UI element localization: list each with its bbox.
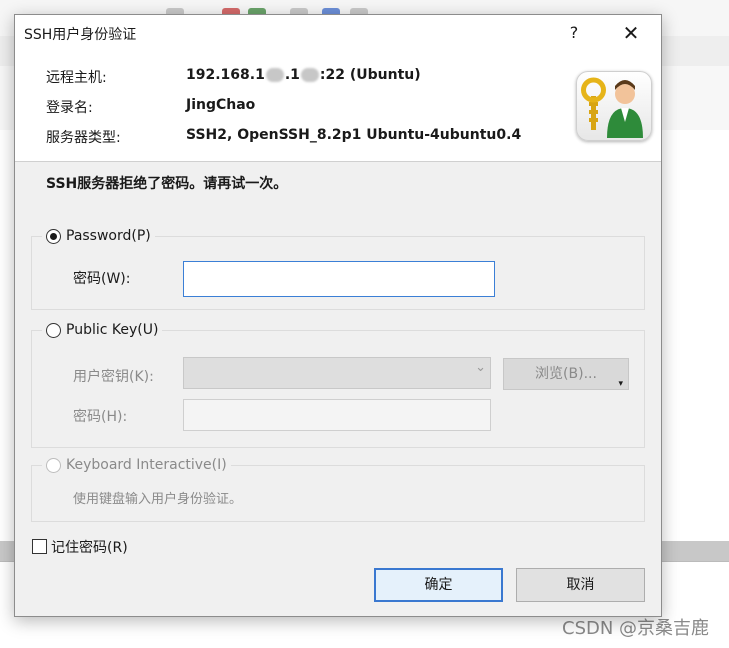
keyboard-interactive-description: 使用键盘输入用户身份验证。 — [73, 492, 243, 507]
keyboard-interactive-radio[interactable]: Keyboard Interactive(I) — [42, 457, 231, 473]
remember-password-label: 记住密码(R) — [51, 540, 128, 556]
host-value: 192.168.1.1:22 (Ubuntu) — [186, 67, 421, 83]
radio-disabled-icon — [46, 457, 61, 473]
password-group: Password(P) 密码(W): — [31, 228, 645, 310]
help-button[interactable]: ? — [559, 20, 589, 46]
user-key-icon — [576, 71, 652, 141]
keyboard-interactive-label: Keyboard Interactive(I) — [66, 457, 227, 473]
ok-button[interactable]: 确定 — [374, 568, 503, 602]
ssh-auth-dialog: SSH用户身份验证 ? ✕ 远程主机: 192.168.1.1:22 (Ubun… — [14, 14, 662, 617]
server-type-label: 服务器类型: — [46, 130, 121, 146]
close-button[interactable]: ✕ — [616, 20, 646, 46]
background-left-pane — [0, 130, 15, 560]
connection-info-panel: 远程主机: 192.168.1.1:22 (Ubuntu) 登录名: JingC… — [15, 51, 661, 162]
dialog-title: SSH用户身份验证 — [24, 27, 137, 43]
browse-button-label: 浏览(B)... — [535, 366, 597, 382]
password-radio-label: Password(P) — [66, 228, 151, 244]
public-key-radio[interactable]: Public Key(U) — [42, 322, 163, 338]
public-key-radio-label: Public Key(U) — [66, 322, 159, 338]
passphrase-label: 密码(H): — [73, 409, 128, 425]
watermark: CSDN @京桑吉鹿 — [562, 618, 710, 639]
user-key-select[interactable]: ⌄ — [183, 357, 491, 389]
password-radio[interactable]: Password(P) — [42, 228, 155, 244]
password-field-label: 密码(W): — [73, 271, 131, 287]
login-value: JingChao — [186, 97, 256, 113]
chevron-down-icon: ⌄ — [475, 360, 486, 375]
password-input[interactable] — [183, 261, 495, 297]
background-right-pane — [661, 130, 729, 560]
cancel-button[interactable]: 取消 — [516, 568, 645, 602]
dropdown-arrow-icon: ▾ — [618, 379, 623, 389]
dialog-titlebar: SSH用户身份验证 ? ✕ — [15, 15, 661, 51]
server-type-value: SSH2, OpenSSH_8.2p1 Ubuntu-4ubuntu0.4 — [186, 127, 522, 143]
error-message: SSH服务器拒绝了密码。请再试一次。 — [46, 176, 288, 192]
login-label: 登录名: — [46, 100, 93, 116]
user-key-label: 用户密钥(K): — [73, 369, 154, 385]
ok-button-label: 确定 — [424, 577, 453, 593]
passphrase-input[interactable] — [183, 399, 491, 431]
public-key-group: Public Key(U) 用户密钥(K): ⌄ 浏览(B)... ▾ 密码(H… — [31, 322, 645, 448]
remember-password-checkbox[interactable] — [32, 539, 47, 554]
cancel-button-label: 取消 — [566, 577, 595, 593]
keyboard-interactive-group: Keyboard Interactive(I) 使用键盘输入用户身份验证。 — [31, 457, 645, 522]
redacted-mask — [265, 68, 284, 82]
host-label: 远程主机: — [46, 70, 107, 86]
browse-button[interactable]: 浏览(B)... ▾ — [503, 358, 629, 390]
radio-unselected-icon — [46, 322, 61, 338]
redacted-mask — [300, 68, 319, 82]
radio-selected-icon — [46, 228, 61, 244]
